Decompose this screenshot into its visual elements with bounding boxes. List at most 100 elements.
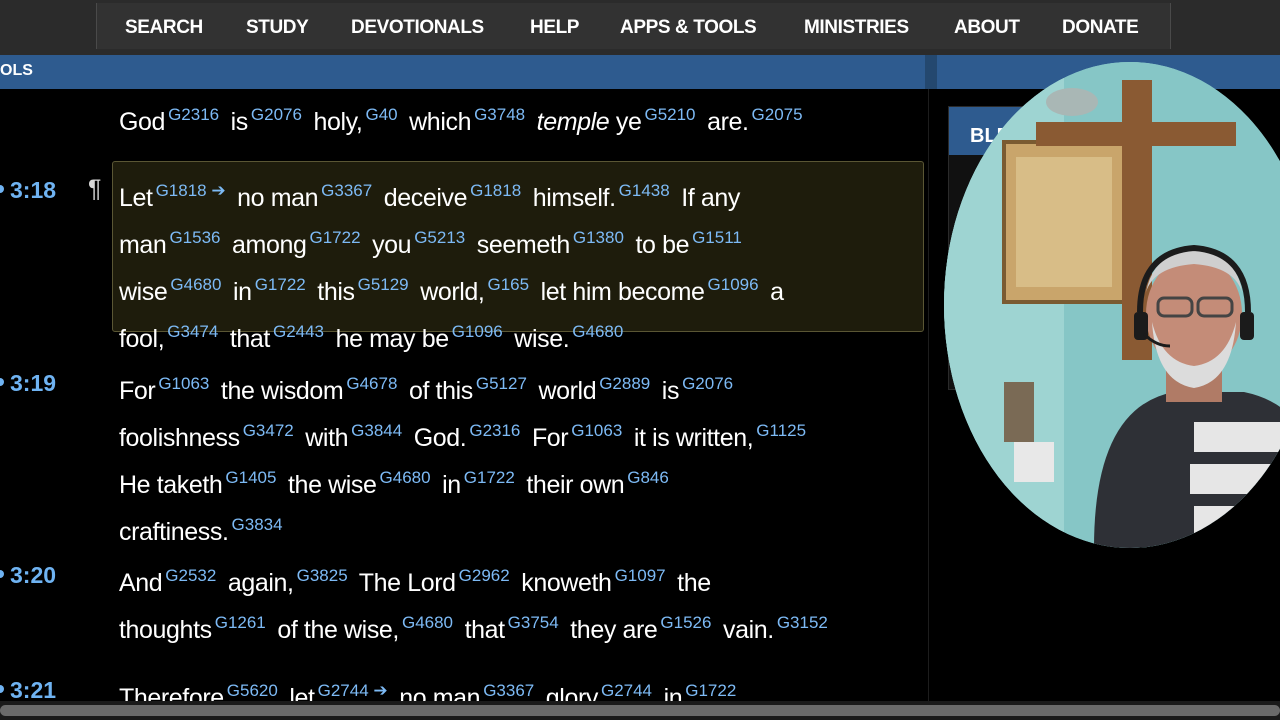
strongs-link[interactable]: G2316 bbox=[469, 421, 520, 440]
word: God. bbox=[413, 424, 467, 452]
word: The Lord bbox=[358, 569, 456, 597]
strongs-link[interactable]: G1722 bbox=[309, 228, 360, 247]
strongs-link[interactable]: G3748 bbox=[474, 105, 525, 124]
word: with bbox=[305, 424, 349, 452]
strongs-link[interactable]: G1380 bbox=[573, 228, 624, 247]
nav-search[interactable]: SEARCH bbox=[125, 17, 203, 39]
strongs-link[interactable]: G1063 bbox=[571, 421, 622, 440]
nav-donate[interactable]: DONATE bbox=[1062, 17, 1139, 39]
strongs-link[interactable]: G5129 bbox=[358, 275, 409, 294]
verse-text: For G1063 the wisdom G4678 of this G5127 wo… bbox=[119, 364, 909, 552]
strongs-link[interactable]: G3367 bbox=[321, 181, 372, 200]
word: among bbox=[232, 231, 307, 259]
word: it is written, bbox=[633, 424, 754, 452]
word: of the wise, bbox=[277, 616, 399, 644]
strongs-link[interactable]: G3152 bbox=[777, 613, 828, 632]
strongs-link[interactable]: G1722 bbox=[464, 468, 515, 487]
strongs-link[interactable]: G5210 bbox=[644, 105, 695, 124]
horizontal-scrollbar[interactable] bbox=[0, 701, 1280, 720]
word: a bbox=[770, 278, 784, 306]
strongs-link[interactable]: G3825 bbox=[297, 566, 348, 585]
word: this bbox=[317, 278, 355, 306]
word: thoughts bbox=[119, 616, 212, 644]
strongs-link[interactable]: G2076 bbox=[682, 374, 733, 393]
strongs-link[interactable]: G3472 bbox=[243, 421, 294, 440]
nav-study[interactable]: STUDY bbox=[246, 17, 309, 39]
strongs-link[interactable]: G2075 bbox=[752, 105, 803, 124]
nav-about[interactable]: ABOUT bbox=[954, 17, 1020, 39]
verse-ref-label[interactable]: 3:21 bbox=[10, 677, 56, 701]
word: which bbox=[409, 108, 472, 136]
strongs-link[interactable]: G1261 bbox=[215, 613, 266, 632]
strongs-link[interactable]: G4680 bbox=[380, 468, 431, 487]
strongs-link[interactable]: G1097 bbox=[615, 566, 666, 585]
arrow-right-icon: ➔ bbox=[211, 181, 226, 200]
strongs-link[interactable]: G5127 bbox=[476, 374, 527, 393]
word: glory bbox=[545, 684, 599, 701]
verse-list: God G2316 is G2076 holy, G40 which G3748 tem… bbox=[0, 89, 928, 701]
word: let him become bbox=[540, 278, 705, 306]
strongs-link[interactable]: G165 bbox=[487, 275, 529, 294]
strongs-link[interactable]: G1511 bbox=[692, 228, 742, 247]
strongs-link[interactable]: G3754 bbox=[508, 613, 559, 632]
strongs-link[interactable]: G1818 bbox=[470, 181, 521, 200]
strongs-link[interactable]: G1096 bbox=[708, 275, 759, 294]
nav-help[interactable]: HELP bbox=[530, 17, 579, 39]
strongs-link[interactable]: G846 bbox=[627, 468, 669, 487]
pilcrow-icon: ¶ bbox=[88, 175, 102, 203]
strongs-link[interactable]: G1405 bbox=[225, 468, 276, 487]
verse-ref-label[interactable]: 3:18 bbox=[10, 177, 56, 204]
strongs-link[interactable]: G2962 bbox=[459, 566, 510, 585]
word: wise. bbox=[514, 325, 570, 353]
strongs-link[interactable]: G1438 bbox=[619, 181, 670, 200]
strongs-link[interactable]: G2889 bbox=[599, 374, 650, 393]
strongs-link[interactable]: G5620 bbox=[227, 681, 278, 700]
scrollbar-thumb[interactable] bbox=[0, 705, 1280, 716]
strongs-link[interactable]: G1722 bbox=[255, 275, 306, 294]
word: that bbox=[229, 325, 271, 353]
word: you bbox=[372, 231, 412, 259]
strongs-link[interactable]: G3844 bbox=[351, 421, 402, 440]
word: craftiness. bbox=[119, 518, 229, 546]
strongs-link[interactable]: G1096 bbox=[452, 322, 503, 341]
strongs-link[interactable]: G3474 bbox=[167, 322, 218, 341]
tools-bar-label[interactable]: OLS bbox=[0, 62, 33, 80]
strongs-link[interactable]: G4680 bbox=[170, 275, 221, 294]
strongs-link[interactable]: G1818 ➔ bbox=[156, 181, 226, 200]
strongs-link[interactable]: G3834 bbox=[232, 515, 283, 534]
verse-bullet-icon bbox=[0, 185, 4, 193]
strongs-link[interactable]: G2744 ➔ bbox=[318, 681, 388, 700]
word: ye bbox=[615, 108, 642, 136]
strongs-link[interactable]: G4680 bbox=[572, 322, 623, 341]
word: that bbox=[464, 616, 506, 644]
strongs-link[interactable]: G2316 bbox=[168, 105, 219, 124]
strongs-link[interactable]: G2076 bbox=[251, 105, 302, 124]
strongs-link[interactable]: G3367 bbox=[483, 681, 534, 700]
verse-ref-label[interactable]: 3:20 bbox=[10, 562, 56, 589]
word: He taketh bbox=[119, 471, 223, 499]
word: If any bbox=[681, 184, 740, 212]
word: they are bbox=[570, 616, 658, 644]
strongs-link[interactable]: G1722 bbox=[685, 681, 736, 700]
strongs-link[interactable]: G4680 bbox=[402, 613, 453, 632]
strongs-link[interactable]: G2443 bbox=[273, 322, 324, 341]
strongs-link[interactable]: G4678 bbox=[346, 374, 397, 393]
strongs-link[interactable]: G1536 bbox=[169, 228, 220, 247]
word: the bbox=[677, 569, 711, 597]
strongs-link[interactable]: G40 bbox=[365, 105, 397, 124]
nav-devotionals[interactable]: DEVOTIONALS bbox=[351, 17, 484, 39]
strongs-link[interactable]: G1526 bbox=[660, 613, 711, 632]
strongs-link[interactable]: G1063 bbox=[158, 374, 209, 393]
verse-ref-label[interactable]: 3:19 bbox=[10, 370, 56, 397]
nav-ministries[interactable]: MINISTRIES bbox=[804, 17, 909, 39]
strongs-link[interactable]: G2532 bbox=[165, 566, 216, 585]
word: again, bbox=[227, 569, 294, 597]
word: deceive bbox=[383, 184, 468, 212]
strongs-link[interactable]: G1125 bbox=[756, 421, 806, 440]
strongs-link[interactable]: G5213 bbox=[414, 228, 465, 247]
word: fool, bbox=[119, 325, 165, 353]
word: no man bbox=[399, 684, 481, 701]
italic-word: temple bbox=[536, 108, 610, 136]
strongs-link[interactable]: G2744 bbox=[601, 681, 652, 700]
nav-apps-tools[interactable]: APPS & TOOLS bbox=[620, 17, 757, 39]
